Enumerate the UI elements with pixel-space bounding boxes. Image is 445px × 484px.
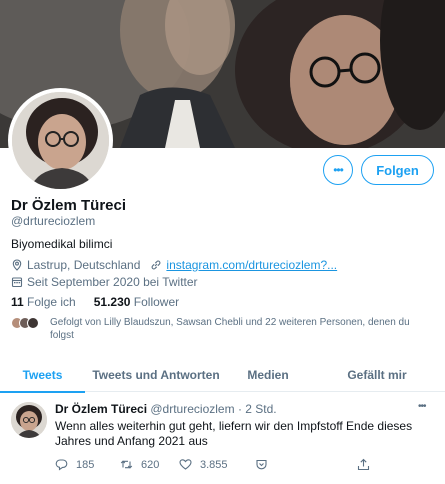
tab-media[interactable]: Medien xyxy=(227,358,309,392)
share-button[interactable] xyxy=(357,458,370,471)
like-icon xyxy=(179,459,192,470)
profile-tabs: Tweets Tweets und Antworten Medien Gefäl… xyxy=(0,358,445,393)
profile-website-link[interactable]: instagram.com/drtureciozlem?... xyxy=(166,258,337,272)
followers-count: 51.230 xyxy=(93,295,131,309)
profile-meta-row: Lastrup, Deutschland instagram.com/drtur… xyxy=(11,258,337,272)
following-stat[interactable]: 11 Folge ich xyxy=(11,295,76,309)
profile-avatar[interactable] xyxy=(8,88,113,193)
link-icon xyxy=(151,260,161,270)
followed-by-row[interactable]: Gefolgt von Lilly Blaudszun, Sawsan Cheb… xyxy=(11,316,431,342)
more-options-button[interactable]: ••• xyxy=(323,155,353,185)
follower-avatar xyxy=(27,317,39,329)
profile-location: Lastrup, Deutschland xyxy=(27,258,141,272)
tab-likes[interactable]: Gefällt mir xyxy=(309,358,445,392)
share-icon xyxy=(357,458,370,471)
tab-tweets[interactable]: Tweets xyxy=(0,358,85,393)
retweet-button[interactable]: 620 xyxy=(120,458,159,471)
calendar-icon xyxy=(11,277,23,288)
profile-name: Dr Özlem Türeci xyxy=(11,197,127,214)
more-dots-icon: ••• xyxy=(333,163,344,177)
reply-icon xyxy=(55,459,68,471)
tweet-text: Wenn alles weiterhin gut geht, liefern w… xyxy=(55,419,413,448)
followed-by-text: Gefolgt von Lilly Blaudszun, Sawsan Cheb… xyxy=(50,317,410,341)
following-label: Folge ich xyxy=(27,295,76,309)
save-button[interactable] xyxy=(255,458,268,471)
profile-stats: 11 Folge ich 51.230 Follower xyxy=(11,295,179,309)
profile-bio: Biyomedikal bilimci xyxy=(11,237,113,251)
follow-button-label: Folgen xyxy=(376,162,419,178)
save-icon xyxy=(256,459,267,470)
tweet-author-handle[interactable]: @drtureciozlem xyxy=(150,402,234,416)
tweet-timestamp[interactable]: · 2 Std. xyxy=(238,402,277,416)
like-count: 3.855 xyxy=(200,458,228,471)
tweet-actions: 185 620 3.855 xyxy=(55,458,385,474)
followers-stat[interactable]: 51.230 Follower xyxy=(94,295,179,309)
following-count: 11 xyxy=(11,295,24,309)
location-icon xyxy=(12,259,22,271)
profile-handle: @drtureciozlem xyxy=(11,214,96,228)
tweet-more-button[interactable]: ••• xyxy=(418,401,426,412)
tweet-author-name[interactable]: Dr Özlem Türeci xyxy=(55,402,147,416)
followed-by-avatars xyxy=(11,316,41,330)
tweet-avatar[interactable] xyxy=(11,402,47,438)
like-button[interactable]: 3.855 xyxy=(179,458,228,471)
tab-tweets-and-replies[interactable]: Tweets und Antworten xyxy=(85,358,227,392)
tweet[interactable]: Dr Özlem Türeci @drtureciozlem · 2 Std. … xyxy=(0,393,445,484)
profile-joined-row: Seit September 2020 bei Twitter xyxy=(11,275,198,289)
follow-button[interactable]: Folgen xyxy=(361,155,434,185)
reply-button[interactable]: 185 xyxy=(55,458,94,471)
profile-joined-date: Seit September 2020 bei Twitter xyxy=(27,275,198,289)
tweet-header: Dr Özlem Türeci @drtureciozlem · 2 Std. xyxy=(55,402,277,416)
retweet-icon xyxy=(120,460,133,469)
followers-label: Follower xyxy=(133,295,180,309)
avatar-photo xyxy=(12,92,109,189)
retweet-count: 620 xyxy=(141,458,160,471)
reply-count: 185 xyxy=(76,458,95,471)
